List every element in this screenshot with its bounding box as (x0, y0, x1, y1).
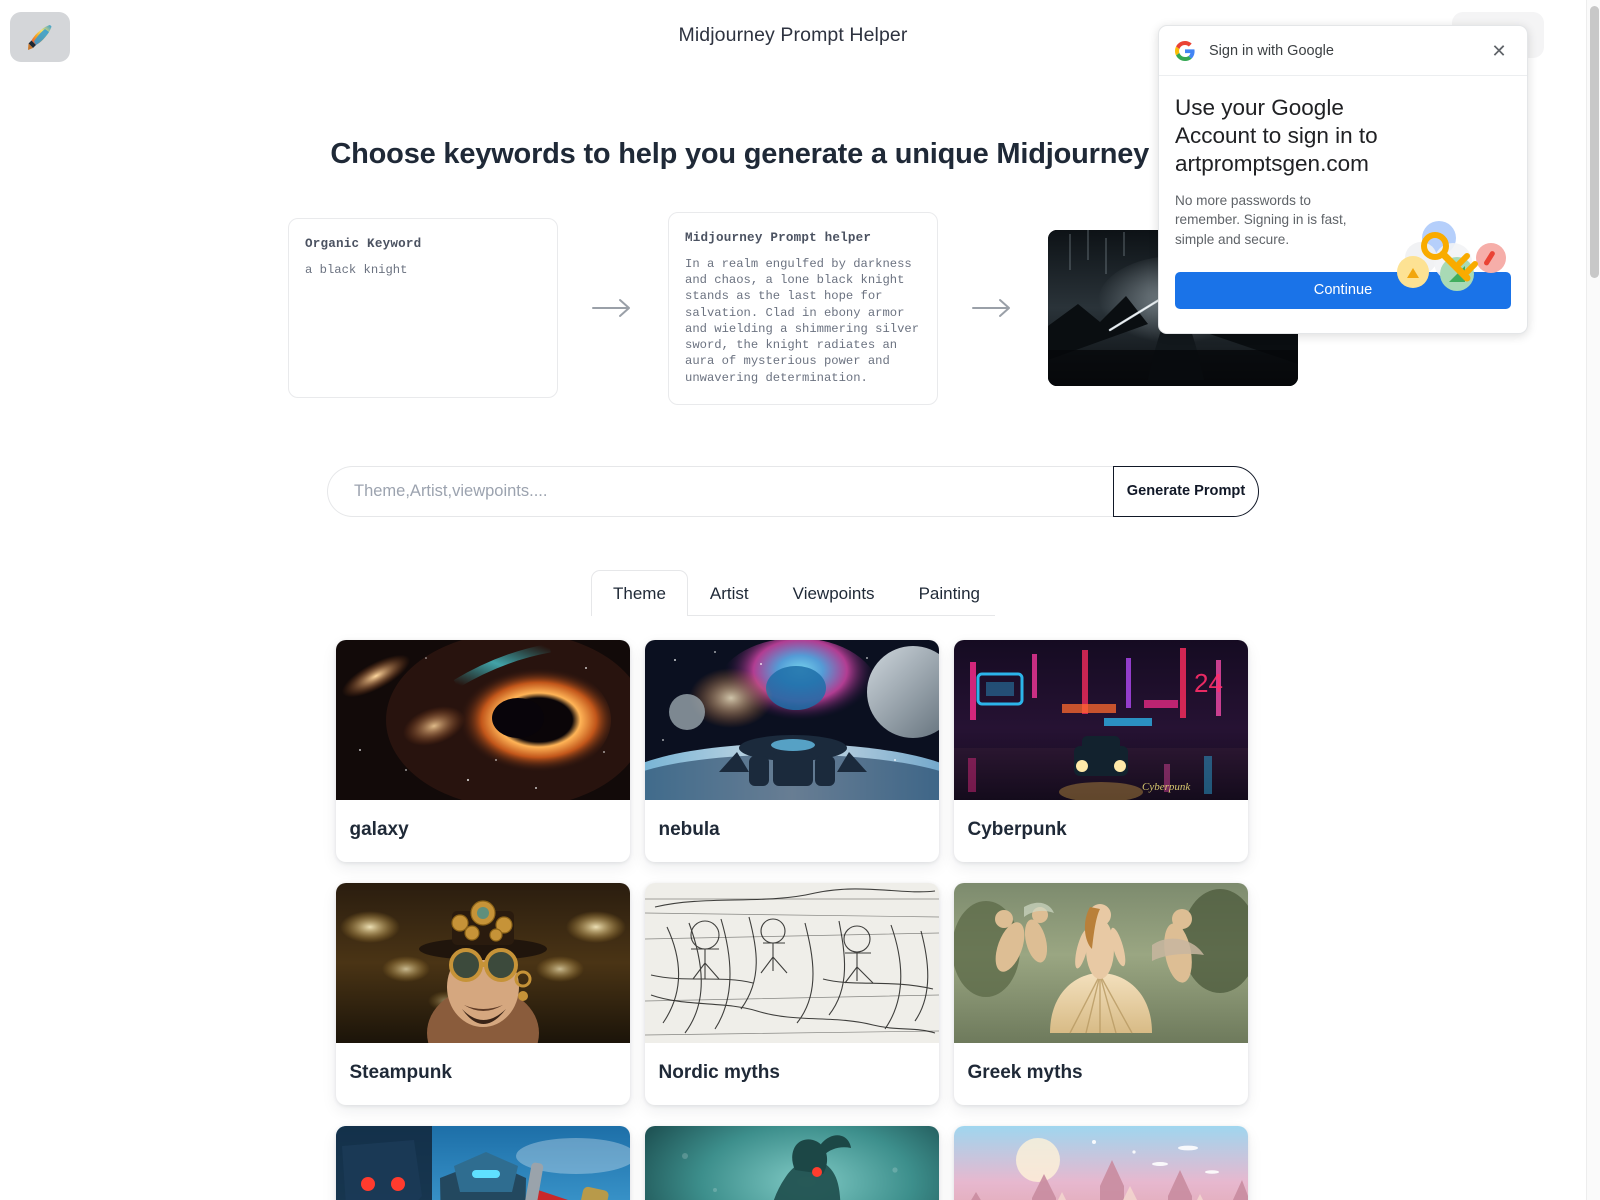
passwordless-key-illustration (1391, 216, 1511, 296)
keyword-card-scifi-city[interactable] (953, 1125, 1248, 1200)
card-thumbnail: 24 Cyberpunk (953, 639, 1248, 800)
category-tabs-wrap: Theme Artist Viewpoints Painting (0, 569, 1586, 616)
google-signin-popup: Sign in with Google ✕ Use your Google Ac… (1158, 25, 1528, 334)
search-row: Generate Prompt (0, 465, 1586, 517)
google-popup-header: Sign in with Google ✕ (1159, 26, 1527, 76)
category-tabs: Theme Artist Viewpoints Painting (591, 569, 995, 616)
close-icon[interactable]: ✕ (1487, 39, 1511, 63)
keyword-search-input[interactable] (327, 465, 1113, 517)
tab-viewpoints[interactable]: Viewpoints (771, 570, 897, 616)
cyberpunk-neon-street-icon: 24 Cyberpunk (953, 639, 1248, 800)
keyword-card-greek-myths[interactable]: Greek myths (953, 882, 1248, 1105)
arrow-right-icon (592, 299, 630, 318)
card-thumbnail (335, 1125, 630, 1200)
card-label: galaxy (349, 818, 409, 840)
google-popup-subtitle: No more passwords to remember. Signing i… (1175, 192, 1347, 248)
google-popup-title: Sign in with Google (1209, 42, 1334, 59)
tab-painting[interactable]: Painting (897, 570, 1002, 616)
flow-card-title: Organic Keyword (305, 237, 422, 252)
greek-venus-painting-icon (953, 882, 1248, 1043)
flow-arrow-2 (938, 297, 1048, 319)
tab-artist[interactable]: Artist (688, 570, 771, 616)
card-thumbnail (644, 1125, 939, 1200)
flow-card-body: In a realm engulfed by darkness and chao… (685, 257, 927, 385)
keyword-card-steampunk[interactable]: Steampunk (335, 882, 630, 1105)
keyword-card-nordic-myths[interactable]: Nordic myths (644, 882, 939, 1105)
card-thumbnail (644, 639, 939, 800)
flow-card-prompt-helper: Midjourney Prompt helper In a realm engu… (668, 212, 938, 405)
search-wrap: Generate Prompt (327, 465, 1259, 517)
vertical-scrollbar[interactable] (1586, 0, 1600, 1200)
scifi-city-icon (953, 1125, 1248, 1200)
card-label: Nordic myths (658, 1061, 780, 1083)
card-thumbnail (953, 1125, 1248, 1200)
card-label: Steampunk (349, 1061, 452, 1083)
steampunk-portrait-icon (335, 882, 630, 1043)
keyword-card-cthulhu[interactable] (644, 1125, 939, 1200)
svg-text:Cyberpunk: Cyberpunk (1142, 781, 1191, 793)
scrollbar-thumb[interactable] (1590, 6, 1599, 278)
keyword-card-galaxy[interactable]: galaxy (335, 639, 630, 862)
flow-card-body: a black knight (305, 263, 408, 278)
nordic-engraving-icon (644, 882, 939, 1043)
svg-text:24: 24 (1194, 668, 1223, 698)
card-thumbnail (953, 882, 1248, 1043)
keyword-card-nebula[interactable]: nebula (644, 639, 939, 862)
google-popup-body: Use your Google Account to sign in to ar… (1159, 76, 1527, 291)
nebula-spaceship-icon (644, 639, 939, 800)
flow-card-title: Midjourney Prompt helper (685, 231, 872, 245)
generate-prompt-button[interactable]: Generate Prompt (1113, 465, 1259, 517)
keyword-card-grid: galaxy nebula 24 Cyberpunk Cyberpunk Ste… (335, 639, 1251, 1200)
flow-card-organic-keyword: Organic Keyword a black knight (288, 218, 558, 399)
card-thumbnail (335, 882, 630, 1043)
card-label: Greek myths (967, 1061, 1083, 1083)
keyword-card-mecha[interactable] (335, 1125, 630, 1200)
flow-arrow-1 (558, 297, 668, 319)
galaxy-black-hole-icon (335, 639, 630, 800)
key-shapes-icon (1397, 221, 1506, 291)
tab-theme[interactable]: Theme (591, 569, 688, 616)
keyword-card-cyberpunk[interactable]: 24 Cyberpunk Cyberpunk (953, 639, 1248, 862)
google-logo-icon (1175, 40, 1195, 61)
arrow-right-icon (972, 299, 1010, 318)
card-label: Cyberpunk (967, 818, 1067, 840)
card-thumbnail (644, 882, 939, 1043)
google-popup-heading: Use your Google Account to sign in to ar… (1175, 95, 1378, 176)
card-thumbnail (335, 639, 630, 800)
cthulhu-underwater-icon (644, 1125, 939, 1200)
card-label: nebula (658, 818, 720, 840)
mecha-robot-icon (335, 1125, 630, 1200)
